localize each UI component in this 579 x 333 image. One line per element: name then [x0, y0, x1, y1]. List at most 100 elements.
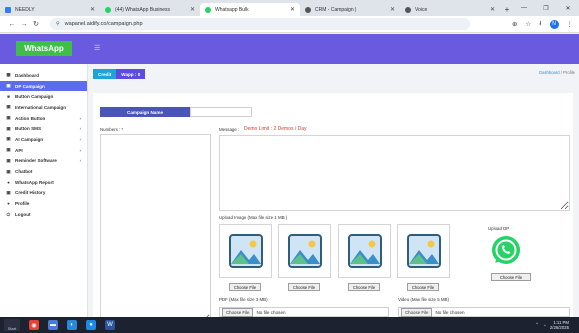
- image-placeholder-icon: [288, 234, 322, 268]
- duplicate-count-badge: Duplicate : 0: [519, 109, 546, 115]
- close-tab-icon[interactable]: ✕: [290, 6, 295, 13]
- pdf-file-input[interactable]: Choose File No file chosen: [219, 307, 389, 317]
- edge-taskbar-icon[interactable]: ◐: [67, 320, 77, 330]
- image-placeholder-icon: [407, 234, 441, 268]
- site-info-icon[interactable]: ⚲: [56, 21, 60, 27]
- video-no-file-text: No file chosen: [435, 309, 465, 315]
- sidebar-item-button-campaign[interactable]: ■ Button Campaign: [0, 91, 87, 102]
- browser-tab-whatsapp-business[interactable]: (44) WhatsApp Business ✕: [100, 3, 200, 16]
- video-upload-label: Video (Max file size 5 MB): [398, 297, 449, 302]
- logout-icon: ⏻: [6, 211, 11, 217]
- video-choose-file-button[interactable]: Choose File: [401, 307, 433, 317]
- campaign-name-input[interactable]: [190, 107, 252, 117]
- reload-icon[interactable]: ↻: [30, 20, 42, 28]
- file-explorer-taskbar-icon[interactable]: ▬: [48, 320, 58, 330]
- window-controls: — ❐ ✕: [513, 0, 579, 16]
- tab-label: NEEDLY: [15, 6, 35, 13]
- sidebar-item-dp-campaign[interactable]: ▣ DP Campaign: [0, 80, 87, 92]
- profile-avatar[interactable]: N: [549, 19, 559, 29]
- user-icon: ●: [7, 201, 10, 207]
- browser-tab-crm-campaign[interactable]: CRM - Campaign | ✕: [300, 3, 400, 16]
- forward-icon[interactable]: →: [18, 21, 30, 28]
- sidebar-item-international-campaign[interactable]: ▣ International Campaign: [0, 102, 87, 113]
- browser-tab-needly[interactable]: NEEDLY ✕: [0, 3, 100, 16]
- sidebar-item-label: AI Campaign: [15, 136, 44, 142]
- sidebar-item-api[interactable]: ▣ API ›: [0, 145, 87, 156]
- square-icon: ■: [7, 94, 10, 100]
- image-preview-4: [397, 224, 450, 278]
- image-preview-1: [219, 224, 272, 278]
- sidebar-item-logout[interactable]: ⏻ Logout: [0, 209, 87, 220]
- maximize-icon[interactable]: ❐: [535, 0, 557, 16]
- word-taskbar-icon[interactable]: W: [105, 320, 115, 330]
- pdf-upload-label: PDF (Max file size 3 MB): [219, 297, 268, 302]
- sidebar-item-label: Reminder Software: [15, 158, 57, 164]
- whatsapp-favicon-icon: [205, 6, 211, 13]
- clock-icon: ▣: [6, 157, 11, 163]
- invalid-count-badge: Invalid : 0: [443, 109, 464, 115]
- numbers-label: Numbers : *: [100, 127, 124, 132]
- new-tab-button[interactable]: +: [500, 3, 514, 16]
- url-field[interactable]: ⚲ wapanel.aidify.co/campaign.php: [50, 18, 470, 30]
- choose-file-button-1[interactable]: Choose File: [229, 283, 261, 291]
- wapp-count: Wapp : 0: [116, 69, 146, 79]
- choose-file-button-3[interactable]: Choose File: [348, 283, 380, 291]
- close-window-icon[interactable]: ✕: [557, 0, 579, 16]
- browser-tab-whatsapp-bulk[interactable]: Whatsapp Bulk ✕: [200, 3, 300, 16]
- web-taskbar-icon[interactable]: ●: [86, 320, 96, 330]
- sidebar-item-label: API: [15, 147, 23, 153]
- breadcrumb-current: Profile: [563, 70, 575, 75]
- bookmark-star-icon[interactable]: ☆: [525, 20, 531, 28]
- sidebar-item-label: Profile: [15, 201, 30, 207]
- close-tab-icon[interactable]: ✕: [490, 6, 495, 13]
- sidebar-item-credit-history[interactable]: ▣ Credit History: [0, 188, 87, 199]
- download-icon[interactable]: ⭳: [539, 19, 541, 30]
- chevron-right-icon: ›: [79, 136, 81, 142]
- clock[interactable]: 1:11 PM 2/26/2025: [550, 320, 569, 331]
- breadcrumb: Dashboard / Profile: [539, 70, 575, 75]
- sidebar: ▦ Dashboard ▣ DP Campaign ■ Button Campaign ▣ I…: [0, 64, 88, 324]
- close-tab-icon[interactable]: ✕: [390, 6, 395, 13]
- minimize-icon[interactable]: —: [513, 0, 535, 16]
- sidebar-item-action-button[interactable]: ▣ Action Button ›: [0, 113, 87, 124]
- sidebar-item-chatbot[interactable]: ▣ Chatbot: [0, 166, 87, 177]
- choose-file-button-4[interactable]: Choose File: [407, 283, 439, 291]
- system-tray: ⌃ ◔ 1:11 PM 2/26/2025: [535, 317, 569, 333]
- dashboard-icon: ▦: [6, 72, 11, 78]
- sidebar-item-dashboard[interactable]: ▦ Dashboard: [0, 70, 87, 81]
- sidebar-item-label: Chatbot: [15, 169, 33, 175]
- browser-tab-voice[interactable]: Voice ✕: [400, 3, 500, 16]
- tab-label: Voice: [415, 6, 428, 13]
- numbers-textarea[interactable]: [100, 134, 211, 324]
- more-menu-icon[interactable]: ⋮: [567, 20, 574, 28]
- sidebar-item-whatsapp-report[interactable]: ● WhatsApp Report: [0, 177, 87, 188]
- image-icon: ▣: [6, 83, 11, 89]
- close-tab-icon[interactable]: ✕: [90, 6, 95, 13]
- zoom-icon[interactable]: ⊕: [512, 20, 517, 28]
- start-button[interactable]: Start: [4, 319, 20, 331]
- clock-date: 2/26/2025: [549, 325, 569, 330]
- browser-taskbar-icon[interactable]: ◉: [29, 320, 39, 330]
- network-icon[interactable]: ◔: [543, 323, 546, 328]
- choose-file-button-2[interactable]: Choose File: [288, 283, 320, 291]
- whatsapp-icon: ●: [7, 179, 10, 185]
- close-tab-icon[interactable]: ✕: [190, 6, 195, 13]
- sidebar-item-reminder-software[interactable]: ▣ Reminder Software ›: [0, 156, 87, 167]
- address-bar: ← → ↻ ⚲ wapanel.aidify.co/campaign.php ⊕…: [0, 16, 579, 33]
- sidebar-item-button-sms[interactable]: ▣ Button SMS ›: [0, 123, 87, 134]
- tab-label: Whatsapp Bulk: [215, 6, 249, 13]
- breadcrumb-dashboard-link[interactable]: Dashboard: [539, 70, 560, 75]
- back-icon[interactable]: ←: [6, 21, 18, 28]
- sidebar-item-profile[interactable]: ● Profile: [0, 198, 87, 209]
- pdf-choose-file-button[interactable]: Choose File: [222, 307, 254, 317]
- tray-expand-icon[interactable]: ⌃: [535, 322, 539, 328]
- choose-dp-file-button[interactable]: Choose File: [491, 273, 531, 281]
- message-textarea[interactable]: [219, 135, 570, 211]
- app-logo[interactable]: WhatsApp: [16, 41, 72, 56]
- tab-bar: NEEDLY ✕ (44) WhatsApp Business ✕ Whatsa…: [0, 0, 579, 16]
- pdf-no-file-text: No file chosen: [256, 309, 286, 315]
- video-file-input[interactable]: Choose File No file chosen: [398, 307, 570, 317]
- chevron-right-icon: ›: [79, 126, 81, 132]
- hamburger-icon[interactable]: ☰: [94, 44, 100, 52]
- sidebar-item-ai-campaign[interactable]: ▣ AI Campaign ›: [0, 134, 87, 145]
